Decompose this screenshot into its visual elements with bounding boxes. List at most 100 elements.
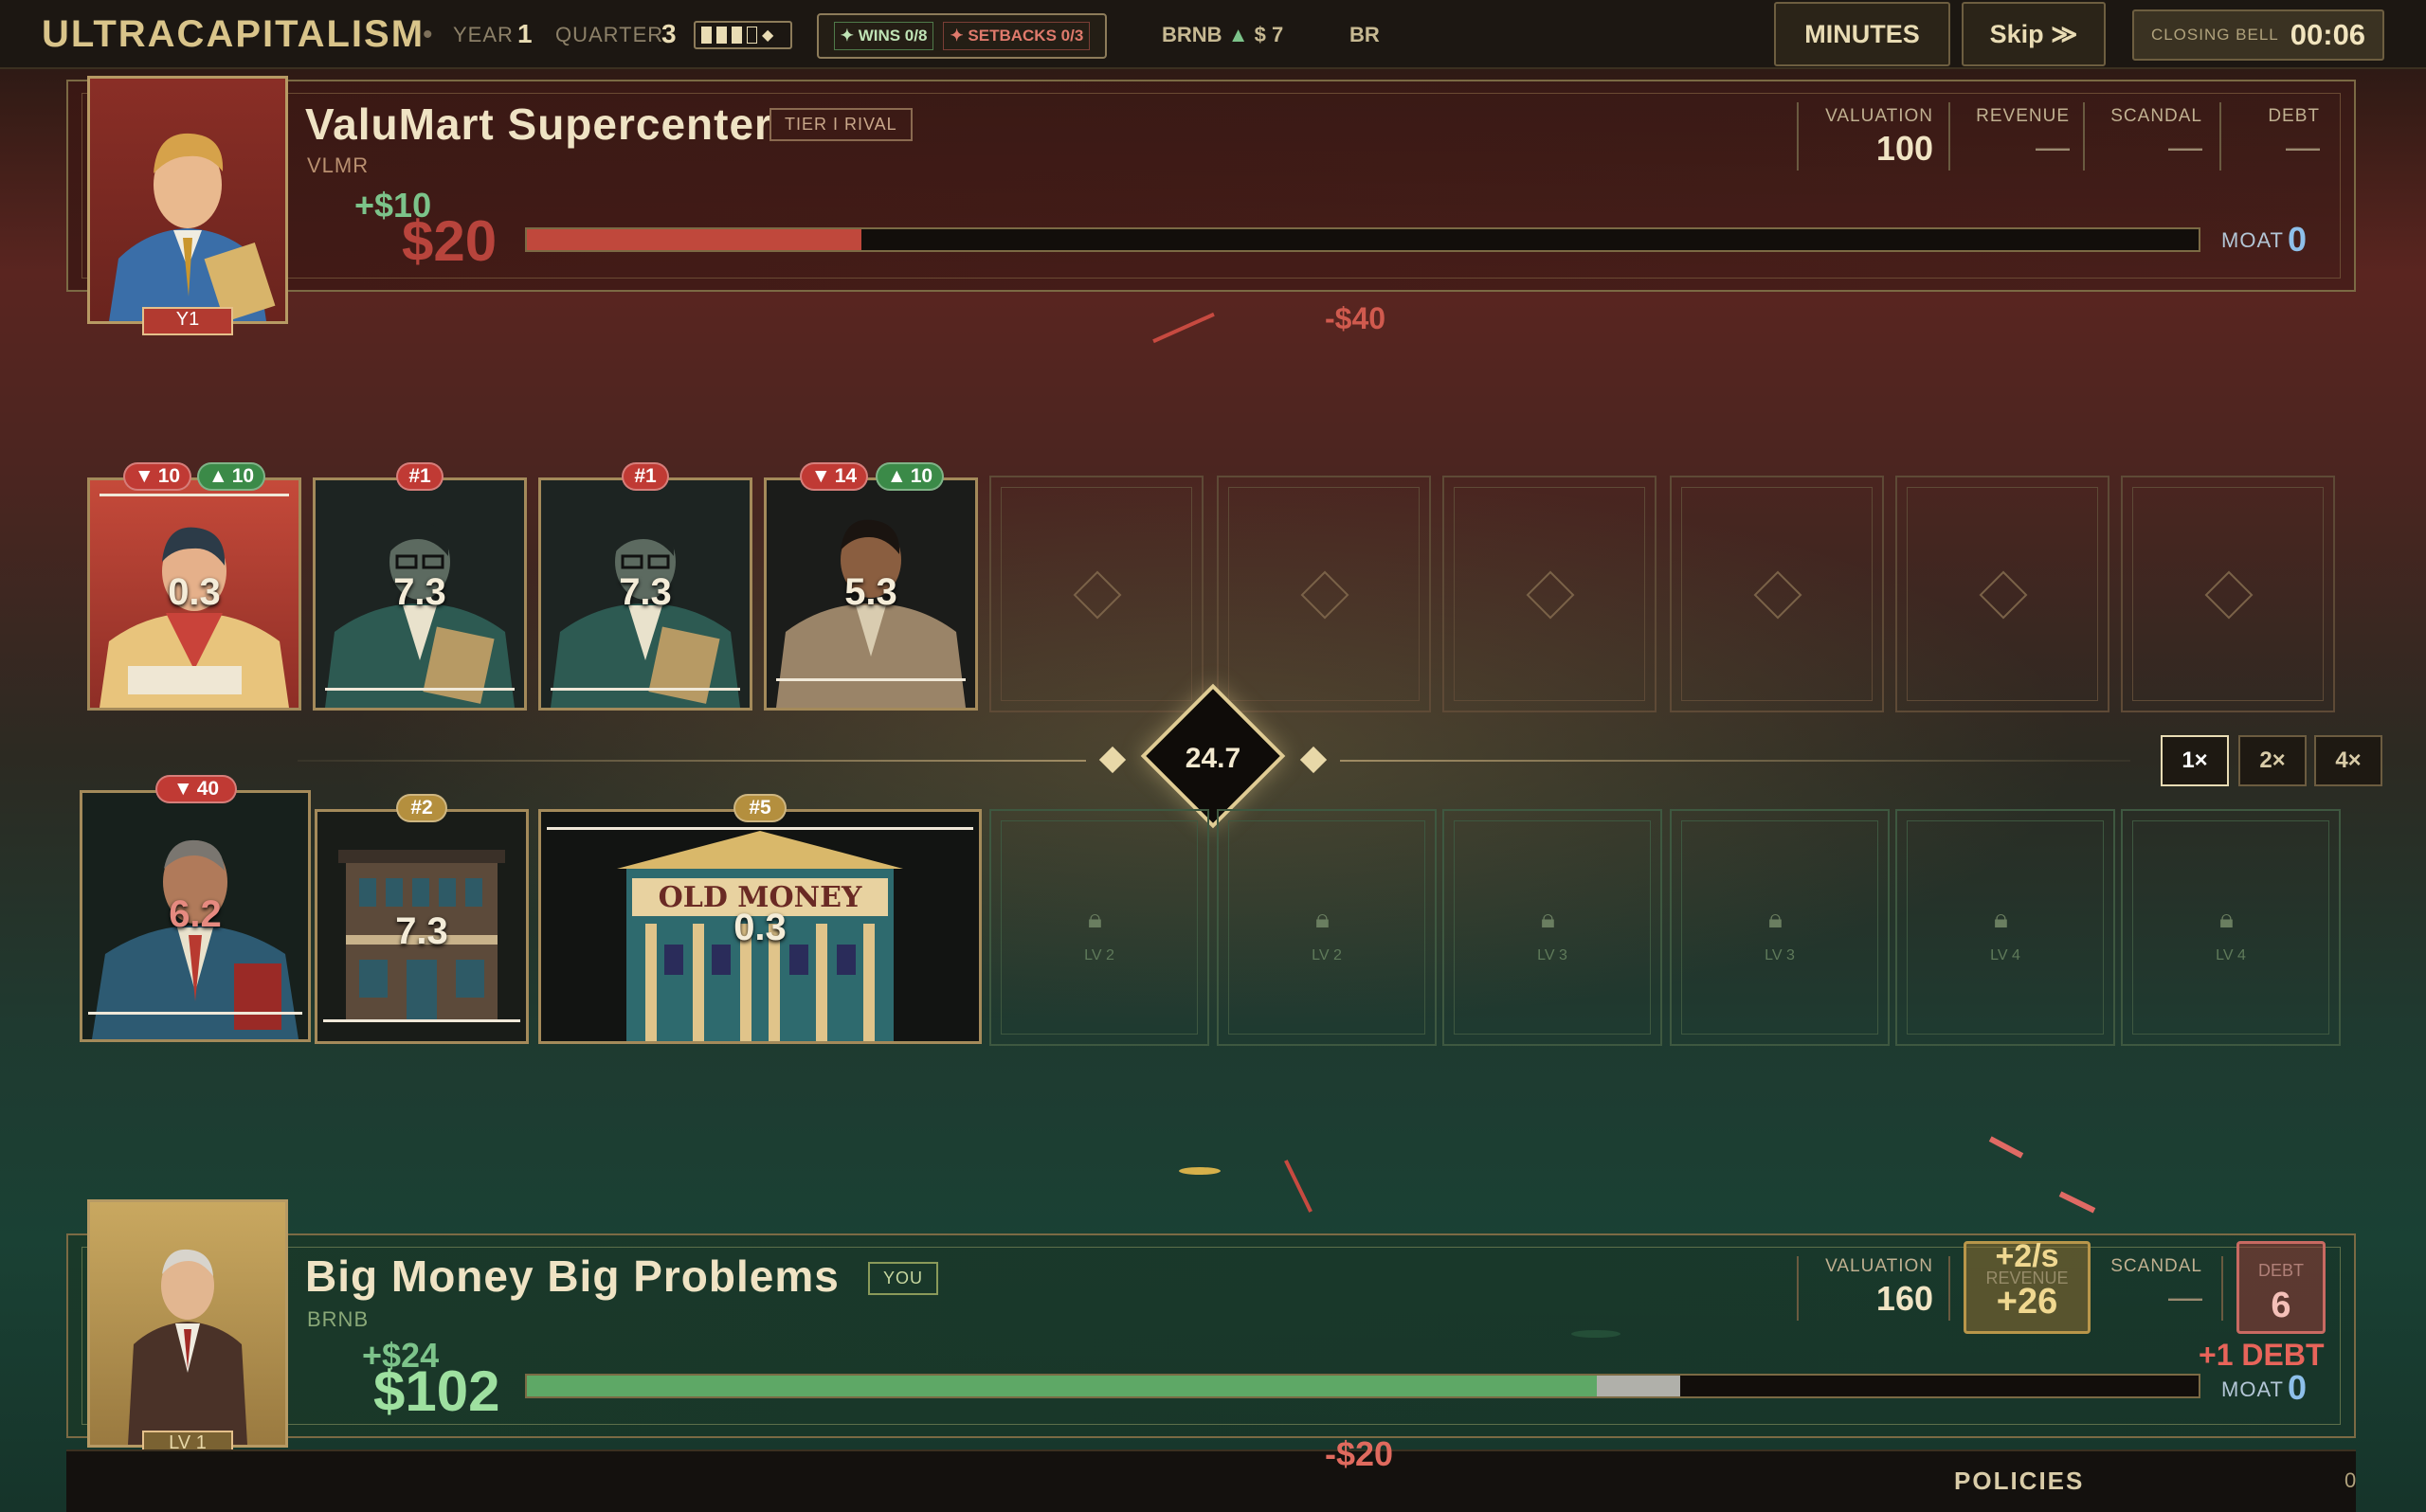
rival-scandal: — — [2168, 127, 2202, 166]
region-code: BR — [1349, 23, 1380, 46]
card-cooldown-bar — [325, 688, 515, 691]
rival-revenue-label: REVENUE — [1976, 106, 2070, 126]
locked-card-slot: 🔒︎ LV 4 — [2121, 809, 2341, 1046]
rival-tier-badge: TIER I RIVAL — [769, 108, 913, 141]
player-ticker: BRNB — [307, 1307, 370, 1331]
attack-streak — [1284, 1160, 1313, 1213]
my-card-2[interactable]: 7.3 — [315, 809, 529, 1044]
locked-card-slot: 🔒︎ LV 2 — [989, 809, 1209, 1046]
speed-4x-button[interactable]: 4× — [2314, 735, 2382, 786]
rival-name: ValuMart Supercenter — [305, 99, 772, 149]
player-portrait[interactable] — [87, 1199, 288, 1448]
attack-streak — [2058, 1191, 2096, 1214]
rival-revenue: — — [2036, 127, 2070, 166]
rival-scandal-label: SCANDAL — [2110, 106, 2202, 126]
locked-card-slot: 🔒︎ LV 3 — [1670, 809, 1890, 1046]
year-label: YEAR — [453, 23, 514, 46]
policies-label[interactable]: POLICIES — [1954, 1467, 2084, 1496]
rival-card-2[interactable]: 7.3 — [313, 477, 527, 711]
player-revenue: +26 — [1996, 1282, 2058, 1322]
stock-ticker: BRNB ▲ $ 7 — [1162, 23, 1284, 46]
rival-cash-bar-fill — [527, 229, 861, 250]
rival-ticker: VLMR — [307, 153, 370, 177]
rival-valuation-label: VALUATION — [1825, 106, 1933, 126]
quarter-segment — [747, 27, 757, 44]
rival-debt: — — [2286, 127, 2320, 166]
empty-card-slot[interactable] — [1217, 476, 1431, 712]
card-rank-pill: #1 — [396, 462, 444, 491]
card-rank-pill: #2 — [396, 794, 447, 822]
rival-card-1[interactable]: 0.3 — [87, 477, 301, 711]
minutes-button[interactable]: MINUTES — [1774, 2, 1950, 66]
diamond-icon — [1299, 746, 1328, 774]
player-debt-box: DEBT 6 — [2236, 1241, 2326, 1334]
card-buff-pill: ▲ 10 — [197, 462, 265, 491]
rival-moat-label: MOAT — [2221, 228, 2284, 252]
card-value: 6.2 — [169, 893, 222, 935]
closing-bell-timer: CLOSING BELL 00:06 — [2132, 9, 2384, 61]
my-card-3[interactable]: OLD MONEY 0.3 — [538, 809, 982, 1044]
rival-card-4[interactable]: 5.3 — [764, 477, 978, 711]
setbacks-counter: ✦ SETBACKS 0/3 — [943, 22, 1091, 50]
player-debt-label: DEBT — [2257, 1261, 2304, 1280]
card-rank-pill: #1 — [622, 462, 669, 491]
up-arrow-icon: ▲ — [1227, 23, 1249, 46]
slot-level-requirement: LV 2 — [1312, 947, 1342, 963]
card-buff-pill: ▲ 10 — [876, 462, 944, 491]
rival-valuation: 100 — [1875, 129, 1933, 168]
lock-icon: 🔒︎ — [1088, 904, 1102, 933]
speed-1x-button[interactable]: 1× — [2161, 735, 2229, 786]
quarter-value: 3 — [661, 19, 677, 48]
player-moat-label: MOAT — [2221, 1377, 2284, 1401]
stat-divider — [2083, 102, 2085, 171]
center-score: 24.7 — [1185, 743, 1241, 774]
stat-divider — [1797, 1256, 1799, 1321]
card-value: 0.3 — [733, 907, 787, 948]
quarter-label: QUARTER — [555, 23, 664, 46]
card-cooldown-bar — [88, 1012, 302, 1015]
slot-level-requirement: LV 4 — [1990, 947, 2020, 963]
closing-bell-time: 00:06 — [2290, 18, 2366, 51]
attack-streak — [1152, 312, 1215, 344]
empty-card-slot[interactable] — [2121, 476, 2335, 712]
empty-card-slot[interactable] — [1442, 476, 1657, 712]
skip-button[interactable]: Skip ≫ — [1962, 2, 2106, 66]
card-cooldown-bar — [776, 678, 966, 681]
card-value: 5.3 — [844, 571, 897, 613]
card-rank-pill: #5 — [733, 794, 787, 822]
policies-count: 0 — [2345, 1468, 2357, 1492]
slot-level-requirement: LV 4 — [2216, 947, 2246, 963]
stat-divider — [1948, 1256, 1950, 1321]
card-debuff-pill: ▼ 14 — [800, 462, 868, 491]
rival-cash-bar — [525, 227, 2200, 252]
player-valuation: 160 — [1875, 1279, 1933, 1318]
game-title: ULTRACAPITALISM — [42, 13, 425, 55]
quarter-segment — [732, 27, 742, 44]
empty-card-slot[interactable] — [1895, 476, 2109, 712]
closing-bell-label: CLOSING BELL — [2150, 26, 2279, 44]
stat-divider — [1797, 102, 1799, 171]
rival-portrait-tag: Y1 — [142, 307, 233, 335]
empty-card-slot[interactable] — [989, 476, 1204, 712]
locked-card-slot: 🔒︎ LV 3 — [1442, 809, 1662, 1046]
rival-card-3[interactable]: 7.3 — [538, 477, 752, 711]
diamond-icon — [1098, 746, 1127, 774]
player-valuation-label: VALUATION — [1825, 1256, 1933, 1276]
player-scandal: — — [2168, 1277, 2202, 1316]
wins-counter: ✦ WINS 0/8 — [833, 22, 934, 50]
stat-divider — [1948, 102, 1950, 171]
objectives-box[interactable]: ✦ WINS 0/8 ✦ SETBACKS 0/3 — [817, 13, 1107, 59]
coin-particle — [1179, 1167, 1221, 1175]
rival-damage-float: -$40 — [1325, 301, 1386, 335]
speed-2x-button[interactable]: 2× — [2238, 735, 2307, 786]
my-card-1[interactable]: 6.2 — [80, 790, 311, 1042]
card-cooldown-bar — [100, 494, 289, 496]
empty-card-slot[interactable] — [1670, 476, 1884, 712]
slot-level-requirement: LV 3 — [1537, 947, 1567, 963]
quarter-segment — [701, 27, 712, 44]
lock-icon: 🔒︎ — [1541, 904, 1555, 933]
player-cash-bar-pending — [1596, 1376, 1681, 1396]
card-cooldown-bar — [323, 1019, 520, 1022]
rival-portrait[interactable] — [87, 76, 288, 324]
player-cash: $102 — [373, 1359, 500, 1423]
